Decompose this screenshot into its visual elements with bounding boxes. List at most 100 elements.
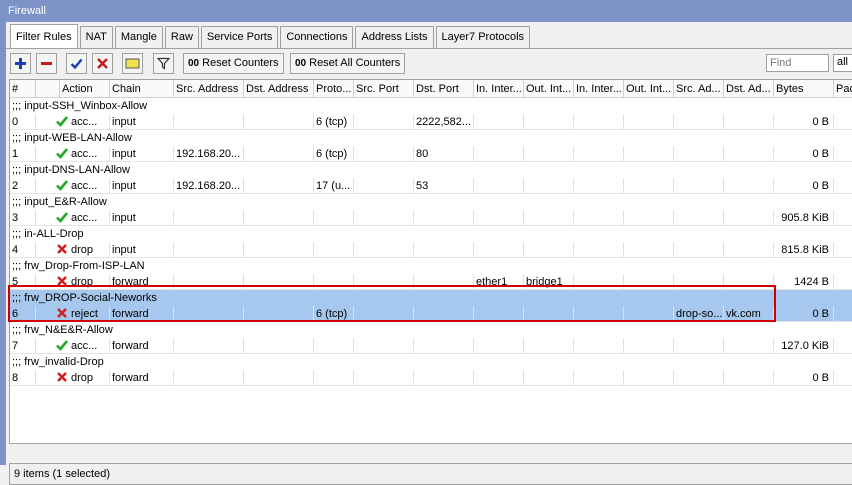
column-header[interactable]: Dst. Ad... — [724, 80, 774, 98]
rule-comment: ;;; frw_Drop-From-ISP-LAN — [12, 260, 145, 272]
tab-mangle[interactable]: Mangle — [114, 26, 163, 48]
cell-srcl — [674, 242, 724, 258]
table-row[interactable]: 5 drop forward ether1 bridge1 1424 B — [10, 274, 852, 290]
status-bar: 9 items (1 selected) — [9, 463, 852, 485]
reset-counters-button[interactable]: 00 Reset Counters — [183, 53, 284, 74]
disable-button[interactable] — [92, 53, 113, 74]
column-header[interactable]: In. Inter... — [474, 80, 524, 98]
tab-nat[interactable]: NAT — [79, 26, 113, 48]
comment-row[interactable]: ;;; input-DNS-LAN-Allow — [10, 162, 852, 178]
cell-dst — [244, 338, 314, 354]
cell-bytes: 0 B — [774, 370, 834, 386]
cell-oint2 — [624, 306, 674, 322]
comment-row[interactable]: ;;; in-ALL-Drop — [10, 226, 852, 242]
reset-all-counters-button[interactable]: 00 Reset All Counters — [290, 53, 406, 74]
cell-src: 192.168.20... — [174, 178, 244, 194]
table-row[interactable]: 0 acc... input 6 (tcp) 2222,582... 0 B — [10, 114, 852, 130]
cell-action: acc... — [36, 210, 110, 226]
cell-chain: input — [110, 242, 174, 258]
column-header[interactable]: Out. Int... — [524, 80, 574, 98]
cell-oint — [524, 114, 574, 130]
rule-action: acc... — [71, 148, 98, 160]
cell-num: 1 — [10, 146, 36, 162]
cell-oint — [524, 242, 574, 258]
column-header[interactable]: Dst. Address — [244, 80, 314, 98]
column-header[interactable]: Src. Ad... — [674, 80, 724, 98]
column-header[interactable]: Src. Address — [174, 80, 244, 98]
cell-proto — [314, 210, 354, 226]
column-header[interactable]: In. Inter... — [574, 80, 624, 98]
cell-chain: forward — [110, 306, 174, 322]
cell-proto — [314, 370, 354, 386]
add-button[interactable] — [10, 53, 31, 74]
enable-button[interactable] — [66, 53, 87, 74]
cell-packets — [834, 306, 852, 322]
comment-row[interactable]: ;;; frw_invalid-Drop — [10, 354, 852, 370]
cell-srcl — [674, 114, 724, 130]
cell-oint — [524, 370, 574, 386]
column-header[interactable]: Chain — [110, 80, 174, 98]
comment-row[interactable]: ;;; frw_Drop-From-ISP-LAN — [10, 258, 852, 274]
cell-sport — [354, 210, 414, 226]
rule-comment: ;;; frw_N&E&R-Allow — [12, 324, 113, 336]
filter-button[interactable] — [153, 53, 174, 74]
comment-button[interactable] — [122, 53, 143, 74]
cell-packets — [834, 210, 852, 226]
cell-chain: forward — [110, 370, 174, 386]
tab-service-ports[interactable]: Service Ports — [200, 26, 279, 48]
find-input[interactable] — [766, 54, 829, 72]
column-header[interactable]: Bytes — [774, 80, 834, 98]
funnel-icon — [157, 57, 170, 70]
tab-layer7-protocols[interactable]: Layer7 Protocols — [435, 26, 531, 48]
table-row[interactable]: 4 drop input 815.8 KiB — [10, 242, 852, 258]
comment-row[interactable]: ;;; input-WEB-LAN-Allow — [10, 130, 852, 146]
cell-oint2 — [624, 210, 674, 226]
filter-select[interactable]: all — [833, 54, 852, 72]
cell-iin — [474, 146, 524, 162]
tab-bar: Filter Rules NAT Mangle Raw Service Port… — [10, 24, 532, 48]
cell-proto: 17 (u... — [314, 178, 354, 194]
table-row[interactable]: 1 acc... input 192.168.20... 6 (tcp) 80 0 B — [10, 146, 852, 162]
cell-sport — [354, 306, 414, 322]
column-header[interactable]: Proto... — [314, 80, 354, 98]
column-header[interactable]: Action — [60, 80, 110, 98]
cell-sport — [354, 242, 414, 258]
table-row[interactable]: 3 acc... input 905.8 KiB — [10, 210, 852, 226]
cell-bytes: 0 B — [774, 114, 834, 130]
cell-oint — [524, 146, 574, 162]
table-row[interactable]: 8 drop forward 0 B — [10, 370, 852, 386]
column-header[interactable]: Out. Int... — [624, 80, 674, 98]
tab-filter-rules[interactable]: Filter Rules — [10, 24, 78, 48]
comment-row[interactable]: ;;; frw_DROP-Social-Neworks — [10, 290, 852, 306]
column-header[interactable]: # — [10, 80, 36, 98]
tab-connections[interactable]: Connections — [280, 26, 354, 48]
cell-packets — [834, 274, 852, 290]
rule-action: acc... — [71, 340, 98, 352]
firewall-window: Filter Rules NAT Mangle Raw Service Port… — [0, 22, 852, 485]
remove-button[interactable] — [36, 53, 57, 74]
comment-row[interactable]: ;;; input_E&R-Allow — [10, 194, 852, 210]
tab-raw[interactable]: Raw — [164, 26, 199, 48]
cell-bytes: 0 B — [774, 178, 834, 194]
rules-table: # Action Chain Src. Address Dst. Address Prot… — [9, 79, 852, 444]
comment-icon — [125, 58, 140, 69]
column-header[interactable]: Dst. Port — [414, 80, 474, 98]
column-header[interactable]: Src. Port — [354, 80, 414, 98]
cell-num: 4 — [10, 242, 36, 258]
cell-dst — [244, 146, 314, 162]
comment-row[interactable]: ;;; input-SSH_Winbox-Allow — [10, 98, 852, 114]
cell-src — [174, 114, 244, 130]
cell-packets — [834, 114, 852, 130]
tab-address-lists[interactable]: Address Lists — [355, 26, 434, 48]
cell-bytes: 905.8 KiB — [774, 210, 834, 226]
table-row[interactable]: 2 acc... input 192.168.20... 17 (u... 53 0 B — [10, 178, 852, 194]
table-row[interactable]: 6 reject forward 6 (tcp) drop-so... vk.com 0 B — [10, 306, 852, 322]
table-row[interactable]: 7 acc... forward 127.0 KiB — [10, 338, 852, 354]
cell-dstl — [724, 146, 774, 162]
column-header[interactable]: Pack — [834, 80, 852, 98]
comment-row[interactable]: ;;; frw_N&E&R-Allow — [10, 322, 852, 338]
cell-src — [174, 338, 244, 354]
cell-iin2 — [574, 338, 624, 354]
cell-srcl — [674, 274, 724, 290]
column-header[interactable] — [36, 80, 60, 98]
